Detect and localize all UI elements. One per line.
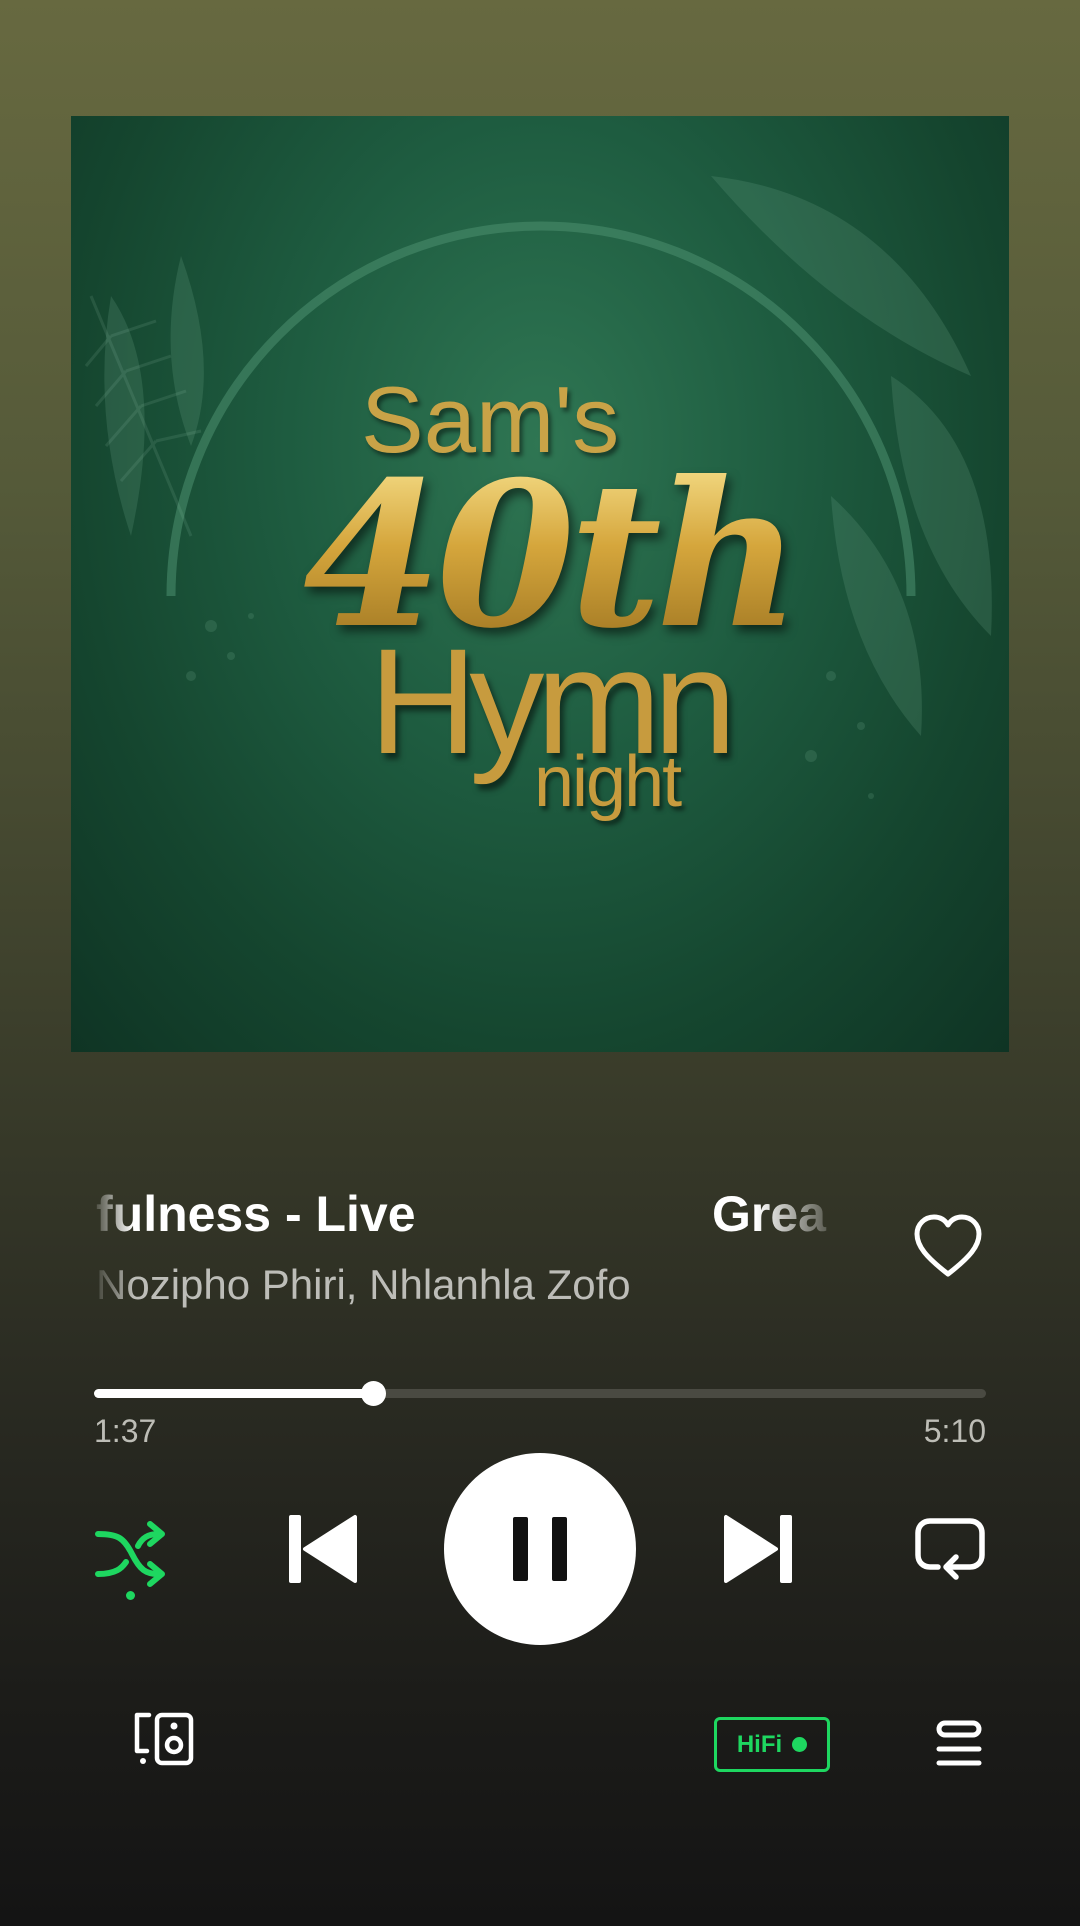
progress-fill [94, 1389, 374, 1398]
progress-bar[interactable] [94, 1381, 986, 1406]
album-art-text-line4: night [534, 742, 682, 822]
like-heart-icon[interactable] [912, 1213, 984, 1279]
repeat-icon[interactable] [914, 1515, 986, 1581]
connect-devices-icon[interactable] [133, 1711, 195, 1767]
hifi-label: HiFi [736, 1730, 783, 1758]
progress-handle[interactable] [361, 1381, 387, 1406]
pause-button[interactable] [444, 1453, 636, 1645]
track-title: fulness - Live [96, 1186, 416, 1242]
hifi-badge[interactable]: HiFi [714, 1717, 830, 1772]
track-info[interactable]: fulness - Live Grea Nozipho Phiri, Nhlan… [96, 1185, 846, 1325]
hifi-status-dot [792, 1737, 808, 1752]
album-art: Sam's 40th Hymn night [71, 116, 1009, 1052]
pause-icon [513, 1517, 567, 1581]
track-title-marquee-next: Grea [712, 1186, 826, 1242]
elapsed-time: 1:37 [94, 1413, 157, 1449]
previous-track-icon[interactable] [287, 1513, 357, 1585]
shuffle-icon[interactable] [94, 1516, 170, 1592]
track-artists[interactable]: Nozipho Phiri, Nhlanhla Zofo [96, 1261, 631, 1309]
next-track-icon[interactable] [724, 1513, 794, 1585]
shuffle-active-dot [126, 1591, 135, 1600]
queue-icon[interactable] [936, 1720, 982, 1768]
total-duration: 5:10 [923, 1413, 986, 1449]
